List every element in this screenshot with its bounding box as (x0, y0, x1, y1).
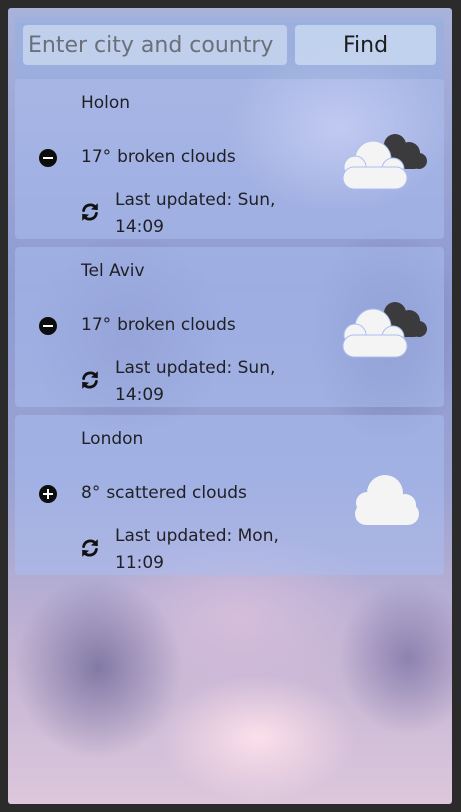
weather-summary: 8° scattered clouds (81, 483, 247, 503)
weather-description: scattered clouds (106, 483, 247, 503)
city-card-tel-aviv: Tel Aviv 17° broken clouds Last updated: … (15, 247, 444, 407)
find-button[interactable]: Find (295, 25, 436, 65)
temperature: 17° (81, 147, 112, 167)
last-updated: Last updated: Sun, 14:09 (115, 358, 276, 405)
app-frame: Find Holon 17°broken clouds Last updated… (8, 8, 452, 804)
last-updated: Last updated: Sun, 14:09 (115, 190, 276, 237)
weather-description: broken clouds (117, 315, 236, 335)
search-bar: Find (15, 17, 444, 79)
refresh-icon[interactable] (79, 537, 101, 559)
city-name: Holon (81, 93, 131, 113)
last-updated: Last updated: Mon, 11:09 (115, 526, 279, 573)
minus-circle-icon[interactable] (39, 149, 57, 167)
scattered-clouds-icon (355, 475, 419, 525)
minus-circle-icon[interactable] (39, 317, 57, 335)
temperature: 8° (81, 483, 101, 503)
weather-summary: 17° broken clouds (81, 147, 236, 167)
plus-circle-icon[interactable] (39, 485, 57, 503)
broken-clouds-icon (342, 302, 427, 358)
search-input[interactable] (23, 25, 287, 65)
broken-clouds-icon (342, 134, 427, 190)
city-card-holon: Holon 17° broken clouds Last updated: Sun… (15, 79, 444, 239)
weather-description: broken clouds (117, 147, 236, 167)
city-card-london: London 8° scattered clouds Last updated: … (15, 415, 444, 575)
city-name: Tel Aviv (81, 261, 145, 281)
temperature: 17° (81, 315, 112, 335)
refresh-icon[interactable] (79, 369, 101, 391)
city-name: London (81, 429, 144, 449)
weather-summary: 17° broken clouds (81, 315, 236, 335)
refresh-icon[interactable] (79, 201, 101, 223)
